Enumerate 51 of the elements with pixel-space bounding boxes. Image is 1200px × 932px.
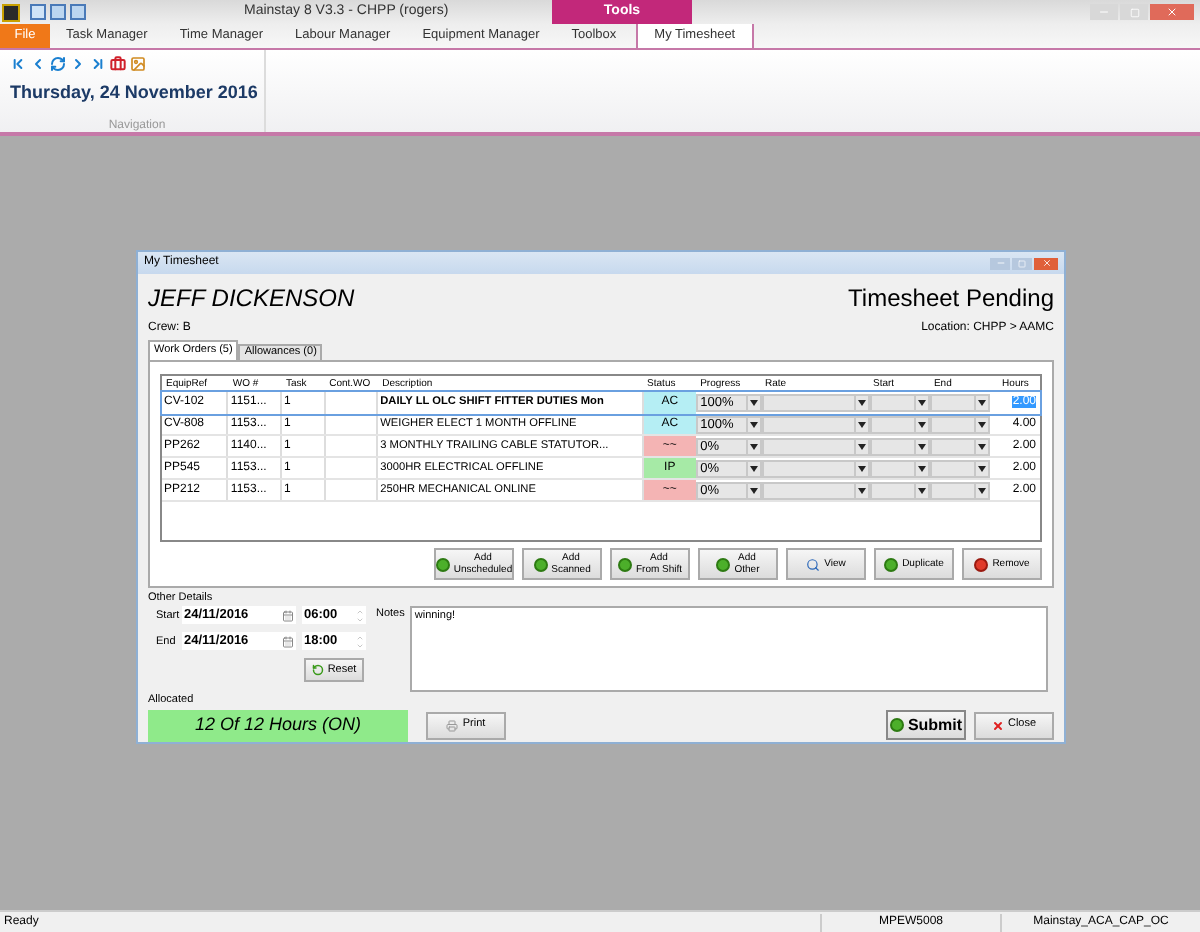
calendar-icon [282,635,294,648]
caret-icon [918,487,926,493]
close-icon [991,719,1004,731]
dropdown[interactable] [930,459,991,477]
caret-icon [918,465,926,471]
employee-name: JEFF DICKENSON [148,282,355,316]
caret-icon [857,443,866,449]
minimize-icon [995,258,1005,268]
first-record-icon[interactable] [10,56,26,72]
dropdown[interactable] [869,394,930,412]
caret-icon [857,465,866,471]
reset-icon [311,664,324,677]
caret-icon [978,400,987,406]
search-icon [806,557,821,571]
dropdown[interactable] [930,481,991,499]
caret-icon [978,443,987,449]
timesheet-status: Timesheet Pending [848,282,1054,316]
next-record-icon[interactable] [70,56,86,72]
close-icon [1166,6,1178,18]
caret-icon [857,421,866,427]
printer-icon [446,719,459,731]
image-icon[interactable] [130,56,146,72]
caret-icon [918,400,926,406]
dropdown[interactable] [869,437,930,455]
app-logo-icon [2,3,20,21]
caret-icon [749,400,758,406]
caret-icon [749,421,758,427]
caret-icon [978,487,987,493]
briefcase-icon[interactable] [110,56,126,72]
caret-icon [857,400,866,406]
caret-icon [857,487,866,493]
dropdown[interactable] [869,459,930,477]
caret-icon [749,443,758,449]
allocated-hours: 12 Of 12 Hours (ON) [148,709,408,741]
current-date: Thursday, 24 November 2016 [10,80,260,106]
last-record-icon[interactable] [90,56,106,72]
caret-icon [918,443,926,449]
refresh-icon[interactable] [50,56,66,72]
caret-icon [918,421,926,427]
close-button[interactable] [1034,257,1058,269]
submit-button[interactable]: Submit [886,710,966,740]
caret-icon [978,421,987,427]
maximize-icon [1129,7,1139,17]
dropdown[interactable] [930,394,991,412]
caret-icon [749,465,758,471]
dropdown[interactable] [869,481,930,499]
caret-icon [749,487,758,493]
caret-icon [978,465,987,471]
previous-record-icon[interactable] [30,56,46,72]
dropdown[interactable] [930,437,991,455]
calendar-icon [282,609,294,622]
